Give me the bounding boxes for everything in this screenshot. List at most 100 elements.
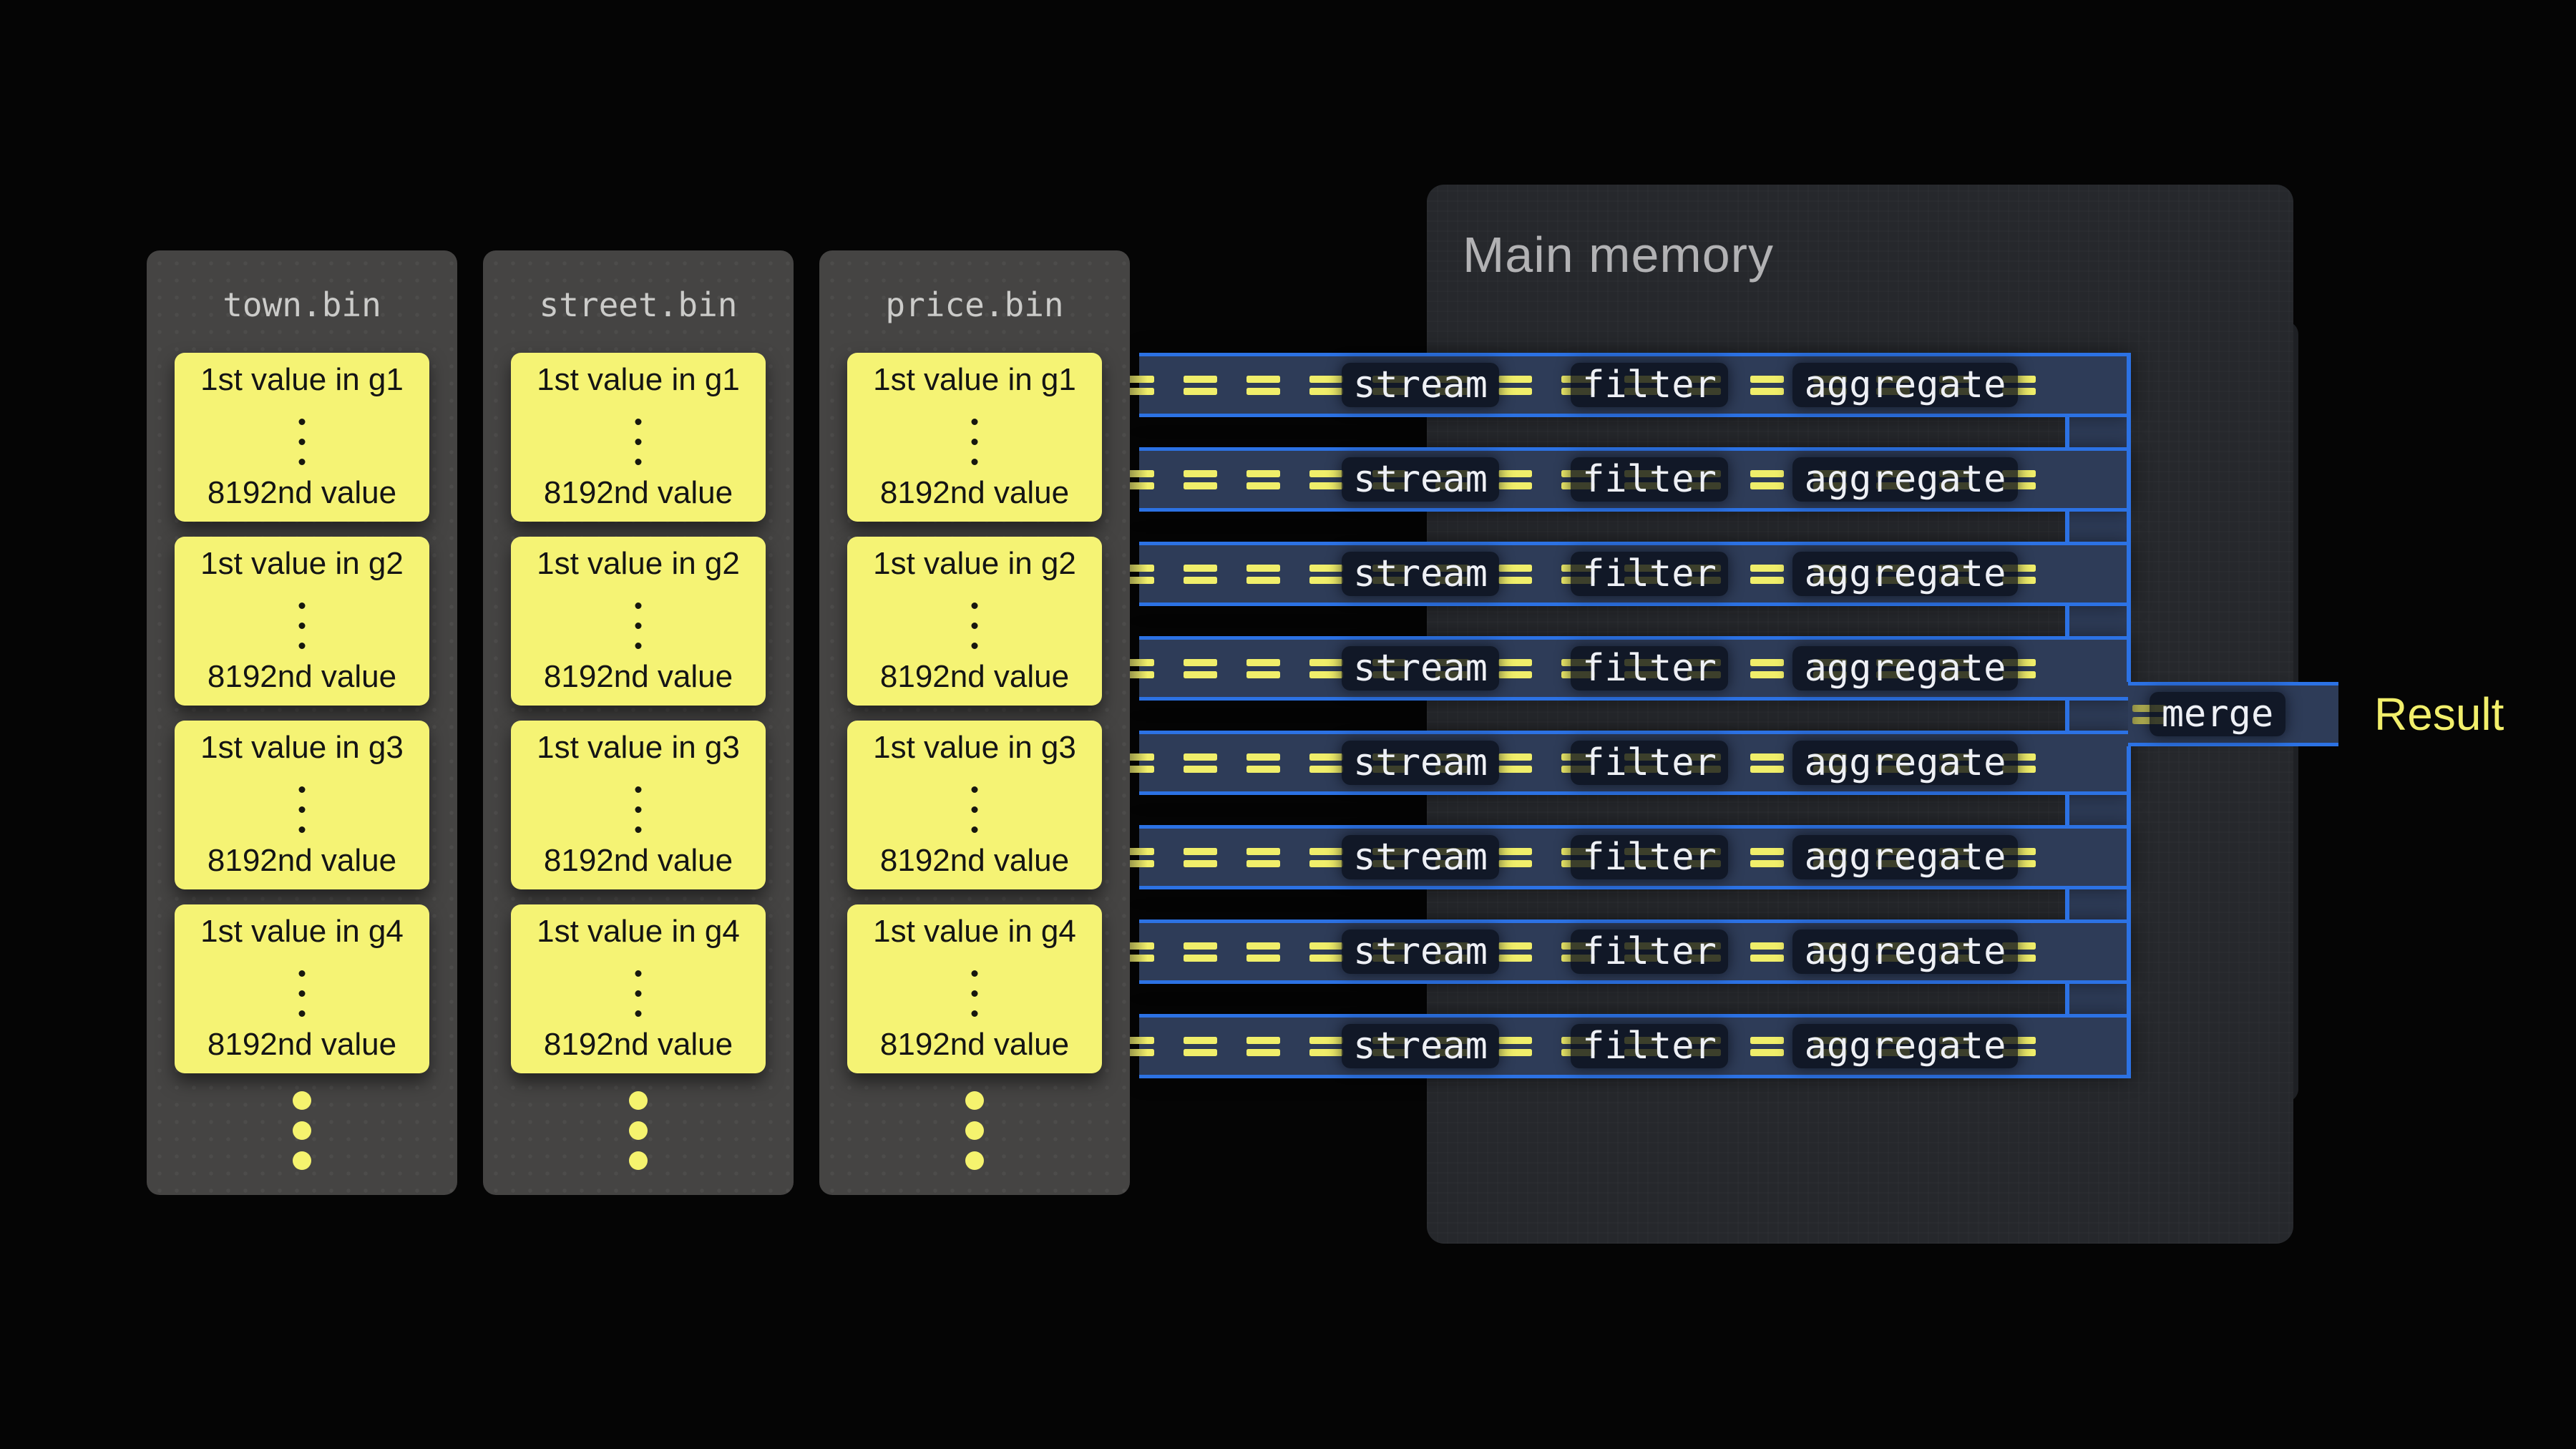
main-memory-title: Main memory [1463,228,1774,282]
vertical-ellipsis-icon [972,602,978,649]
stream-chip: stream [1342,930,1499,974]
equals-icon [1498,565,1532,584]
pipeline-row: stream filter aggregate [1139,542,2131,606]
vertical-ellipsis-icon [972,970,978,1017]
value-block-g2: 1st value in g2 8192nd value [847,537,1102,706]
pipeline-row: stream filter aggregate [1139,353,2131,417]
value-block-g1: 1st value in g1 8192nd value [511,353,766,522]
pipeline-row: stream filter aggregate [1139,731,2131,795]
collector-right-border [2127,746,2131,1078]
filter-chip: filter [1571,457,1728,502]
equals-icon [1309,1037,1343,1056]
block-last-value: 8192nd value [847,476,1102,510]
equals-icon [1498,470,1532,489]
filter-chip: filter [1571,1024,1728,1068]
pipeline-row: stream filter aggregate [1139,825,2131,889]
pipeline-row: stream filter aggregate [1139,1014,2131,1078]
collector-right-border [2127,353,2131,682]
equals-icon [1184,565,1217,584]
aggregate-chip: aggregate [1792,552,2018,596]
collector-gap-border [2065,606,2069,636]
block-first-value: 1st value in g2 [847,547,1102,581]
block-last-value: 8192nd value [847,844,1102,878]
block-first-value: 1st value in g1 [175,363,429,397]
collector-gap-border [2065,417,2069,447]
block-last-value: 8192nd value [511,1028,766,1062]
file-panel: price.bin 1st value in g1 8192nd value 1… [819,250,1130,1195]
stream-chip: stream [1342,1024,1499,1068]
vertical-ellipsis-icon [299,786,306,833]
equals-icon [1750,565,1784,584]
stream-chip: stream [1342,835,1499,879]
file-panel: town.bin 1st value in g1 8192nd value 1s… [147,250,457,1195]
collector-gap-border [2065,984,2069,1014]
aggregate-chip: aggregate [1792,930,2018,974]
equals-icon [1246,565,1280,584]
equals-icon [1750,470,1784,489]
collector-gap-border [2065,701,2069,731]
file-title: price.bin [819,286,1130,323]
block-last-value: 8192nd value [847,660,1102,694]
block-first-value: 1st value in g3 [511,731,766,765]
block-first-value: 1st value in g4 [847,914,1102,949]
aggregate-chip: aggregate [1792,457,2018,502]
equals-icon [1498,848,1532,867]
filter-chip: filter [1571,552,1728,596]
equals-icon [1750,753,1784,773]
equals-icon [1309,848,1343,867]
block-first-value: 1st value in g4 [511,914,766,949]
pipeline-row: stream filter aggregate [1139,919,2131,984]
aggregate-chip: aggregate [1792,835,2018,879]
equals-icon [1246,659,1280,678]
stream-chip: stream [1342,457,1499,502]
collector-gap-border [2065,512,2069,542]
value-block-g3: 1st value in g3 8192nd value [511,721,766,889]
stream-chip: stream [1342,363,1499,407]
equals-icon [1246,1037,1280,1056]
vertical-ellipsis-icon [299,602,306,649]
equals-icon [1498,753,1532,773]
vertical-ellipsis-icon [635,602,642,649]
block-first-value: 1st value in g2 [511,547,766,581]
equals-icon [1309,376,1343,395]
block-first-value: 1st value in g4 [175,914,429,949]
block-first-value: 1st value in g3 [847,731,1102,765]
pipeline-row: stream filter aggregate [1139,447,2131,512]
equals-icon [1498,942,1532,962]
block-last-value: 8192nd value [175,1028,429,1062]
equals-icon [1184,942,1217,962]
block-last-value: 8192nd value [175,660,429,694]
filter-chip: filter [1571,646,1728,691]
value-block-g3: 1st value in g3 8192nd value [847,721,1102,889]
block-first-value: 1st value in g1 [847,363,1102,397]
block-first-value: 1st value in g2 [175,547,429,581]
equals-icon [1750,1037,1784,1056]
file-title: street.bin [483,286,794,323]
equals-icon [1750,848,1784,867]
equals-icon [1498,1037,1532,1056]
equals-icon [1309,470,1343,489]
stream-chip: stream [1342,552,1499,596]
equals-icon [1750,942,1784,962]
collector-gap-border [2065,889,2069,919]
equals-icon [1246,470,1280,489]
block-last-value: 8192nd value [511,476,766,510]
block-last-value: 8192nd value [511,844,766,878]
stream-chip: stream [1342,646,1499,691]
equals-icon [1498,376,1532,395]
aggregate-chip: aggregate [1792,363,2018,407]
vertical-ellipsis-icon [972,786,978,833]
equals-icon [1750,376,1784,395]
vertical-ellipsis-icon [635,970,642,1017]
aggregate-chip: aggregate [1792,1024,2018,1068]
equals-icon [1246,848,1280,867]
vertical-ellipsis-icon [299,419,306,465]
equals-icon [1184,659,1217,678]
value-block-g4: 1st value in g4 8192nd value [511,904,766,1073]
file-title: town.bin [147,286,457,323]
block-last-value: 8192nd value [175,476,429,510]
equals-icon [1246,942,1280,962]
equals-icon [1246,753,1280,773]
filter-chip: filter [1571,930,1728,974]
filter-chip: filter [1571,363,1728,407]
